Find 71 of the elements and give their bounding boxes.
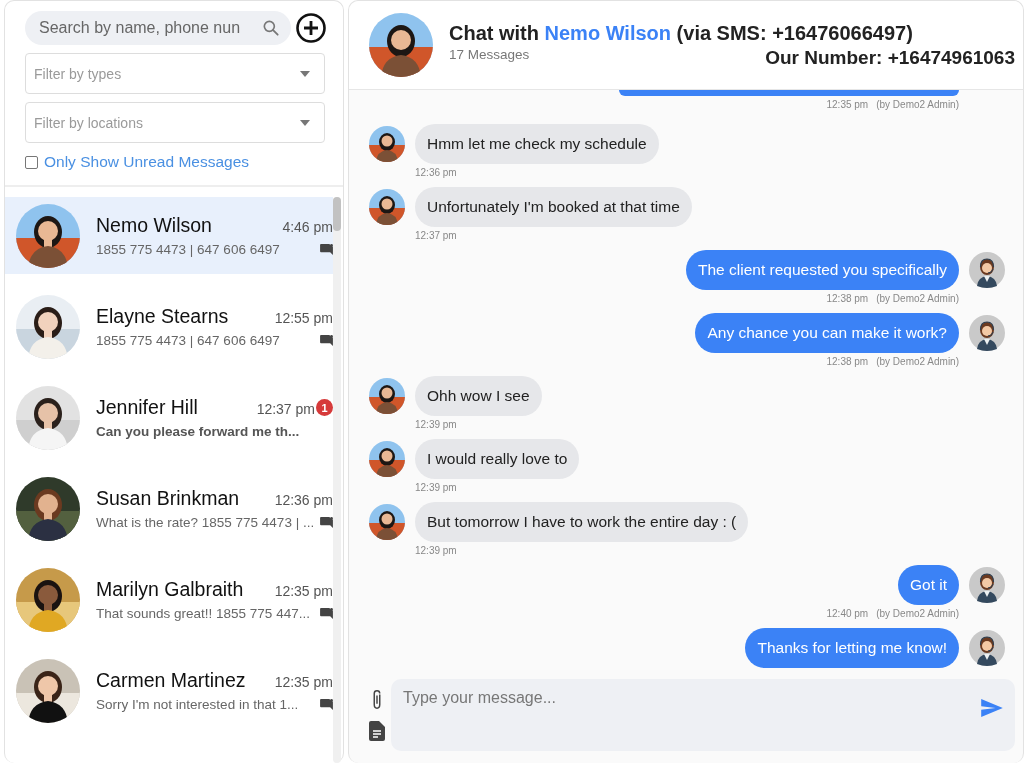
message-bubble: I would really love to [415,439,580,479]
message-time: 12:36 pm [415,167,457,178]
message-bubble: Got it [897,565,959,605]
message-bubble: Unfortunately I'm booked at that time [415,187,692,227]
message-input[interactable]: Type your message... [391,679,1015,751]
chat-title: Chat with Nemo Wilson (via SMS: +16476066497) [449,21,913,44]
message-bubble: The client requested you specifically [686,250,959,290]
message-icon [320,699,333,710]
contact-time: 4:46 pm [282,219,333,235]
our-number: Our Number: +16474961063 [765,46,1015,69]
contact-preview: 1855 775 4473 | 647 606 6497 [96,333,280,348]
message-author: (by Demo2 Admin) [876,293,959,304]
contact-time: 12:36 pm [274,492,333,508]
document-icon[interactable] [369,721,385,741]
contact-preview: Sorry I'm not interested in that 1... [96,697,299,712]
scrollbar[interactable] [333,197,341,763]
search-icon [261,18,281,38]
contact-name: Elayne Stearns [96,305,230,328]
contact-time: 12:55 pm [274,310,333,326]
search-field[interactable]: Search by name, phone nun [25,11,291,45]
add-icon[interactable] [295,12,327,44]
contact-time: 12:35 pm [274,583,333,599]
message-bubble: Hmm let me check my schedule [415,124,659,164]
scrollbar-thumb[interactable] [333,197,341,231]
message-bubble: Ohh wow I see [415,376,542,416]
contact-name: Nemo Wilson [96,214,213,237]
message-time: 12:38 pm [826,293,869,304]
agent-avatar-icon [969,252,1005,288]
send-icon[interactable] [981,699,1003,717]
message-author: (by Demo2 Admin) [876,608,959,619]
caret-icon [300,119,310,126]
caret-icon [300,70,310,77]
message-time: 12:39 pm [415,482,457,493]
contact-preview: 1855 775 4473 | 647 606 6497 [96,242,280,257]
message-time: 12:37 pm [415,230,457,241]
contact-item[interactable]: Marilyn Galbraith 12:35 pm That sounds great!! 1855 775 447... [5,561,333,638]
message-bubble: Any chance you can make it work? [695,313,959,353]
message-time: 12:35 pm [826,99,869,110]
contact-item[interactable]: Jennifer Hill 12:37 pm 1 Can you please forward me th... [5,379,333,456]
message-time: 12:39 pm [415,419,457,430]
agent-avatar-icon [969,630,1005,666]
unread-badge: 1 [316,399,333,416]
contact-preview: What is the rate? 1855 775 4473 | ... [96,515,315,530]
contact-time: 12:37 pm [256,401,315,417]
contact-link[interactable]: Nemo Wilson [544,21,672,44]
message-bubble: But tomorrow I have to work the entire day : ( [415,502,749,542]
message-bubble: Thanks for letting me know! [745,628,959,668]
message-icon [320,244,333,255]
contact-name: Susan Brinkman [96,487,241,510]
contact-name: Marilyn Galbraith [96,578,245,601]
contact-preview: Can you please forward me th... [96,424,300,439]
message-icon [320,517,333,528]
contact-item[interactable]: Carmen Martinez 12:35 pm Sorry I'm not interested in that 1... [5,652,333,729]
contact-item[interactable]: Nemo Wilson 4:46 pm 1855 775 4473 | 647 606 6497 [5,197,333,274]
contact-time: 12:35 pm [274,674,333,690]
message-time: 12:39 pm [415,545,457,556]
message-author: (by Demo2 Admin) [876,99,959,110]
agent-avatar-icon [969,567,1005,603]
agent-avatar-icon [969,315,1005,351]
message-author: (by Demo2 Admin) [876,356,959,367]
message-icon [320,608,333,619]
message-time: 12:38 pm [826,356,869,367]
message-time: 12:40 pm [826,608,869,619]
message-icon [320,335,333,346]
contact-item[interactable]: Susan Brinkman 12:36 pm What is the rate? 1855 775 4473 | ... [5,470,333,547]
contact-preview: That sounds great!! 1855 775 447... [96,606,310,621]
contact-item[interactable]: Elayne Stearns 12:55 pm 1855 775 4473 | 647 606 6497 [5,288,333,365]
contact-name: Carmen Martinez [96,669,247,692]
checkbox[interactable] [25,155,38,169]
contact-name: Jennifer Hill [96,396,199,419]
message-count: 17 Messages [449,46,530,62]
